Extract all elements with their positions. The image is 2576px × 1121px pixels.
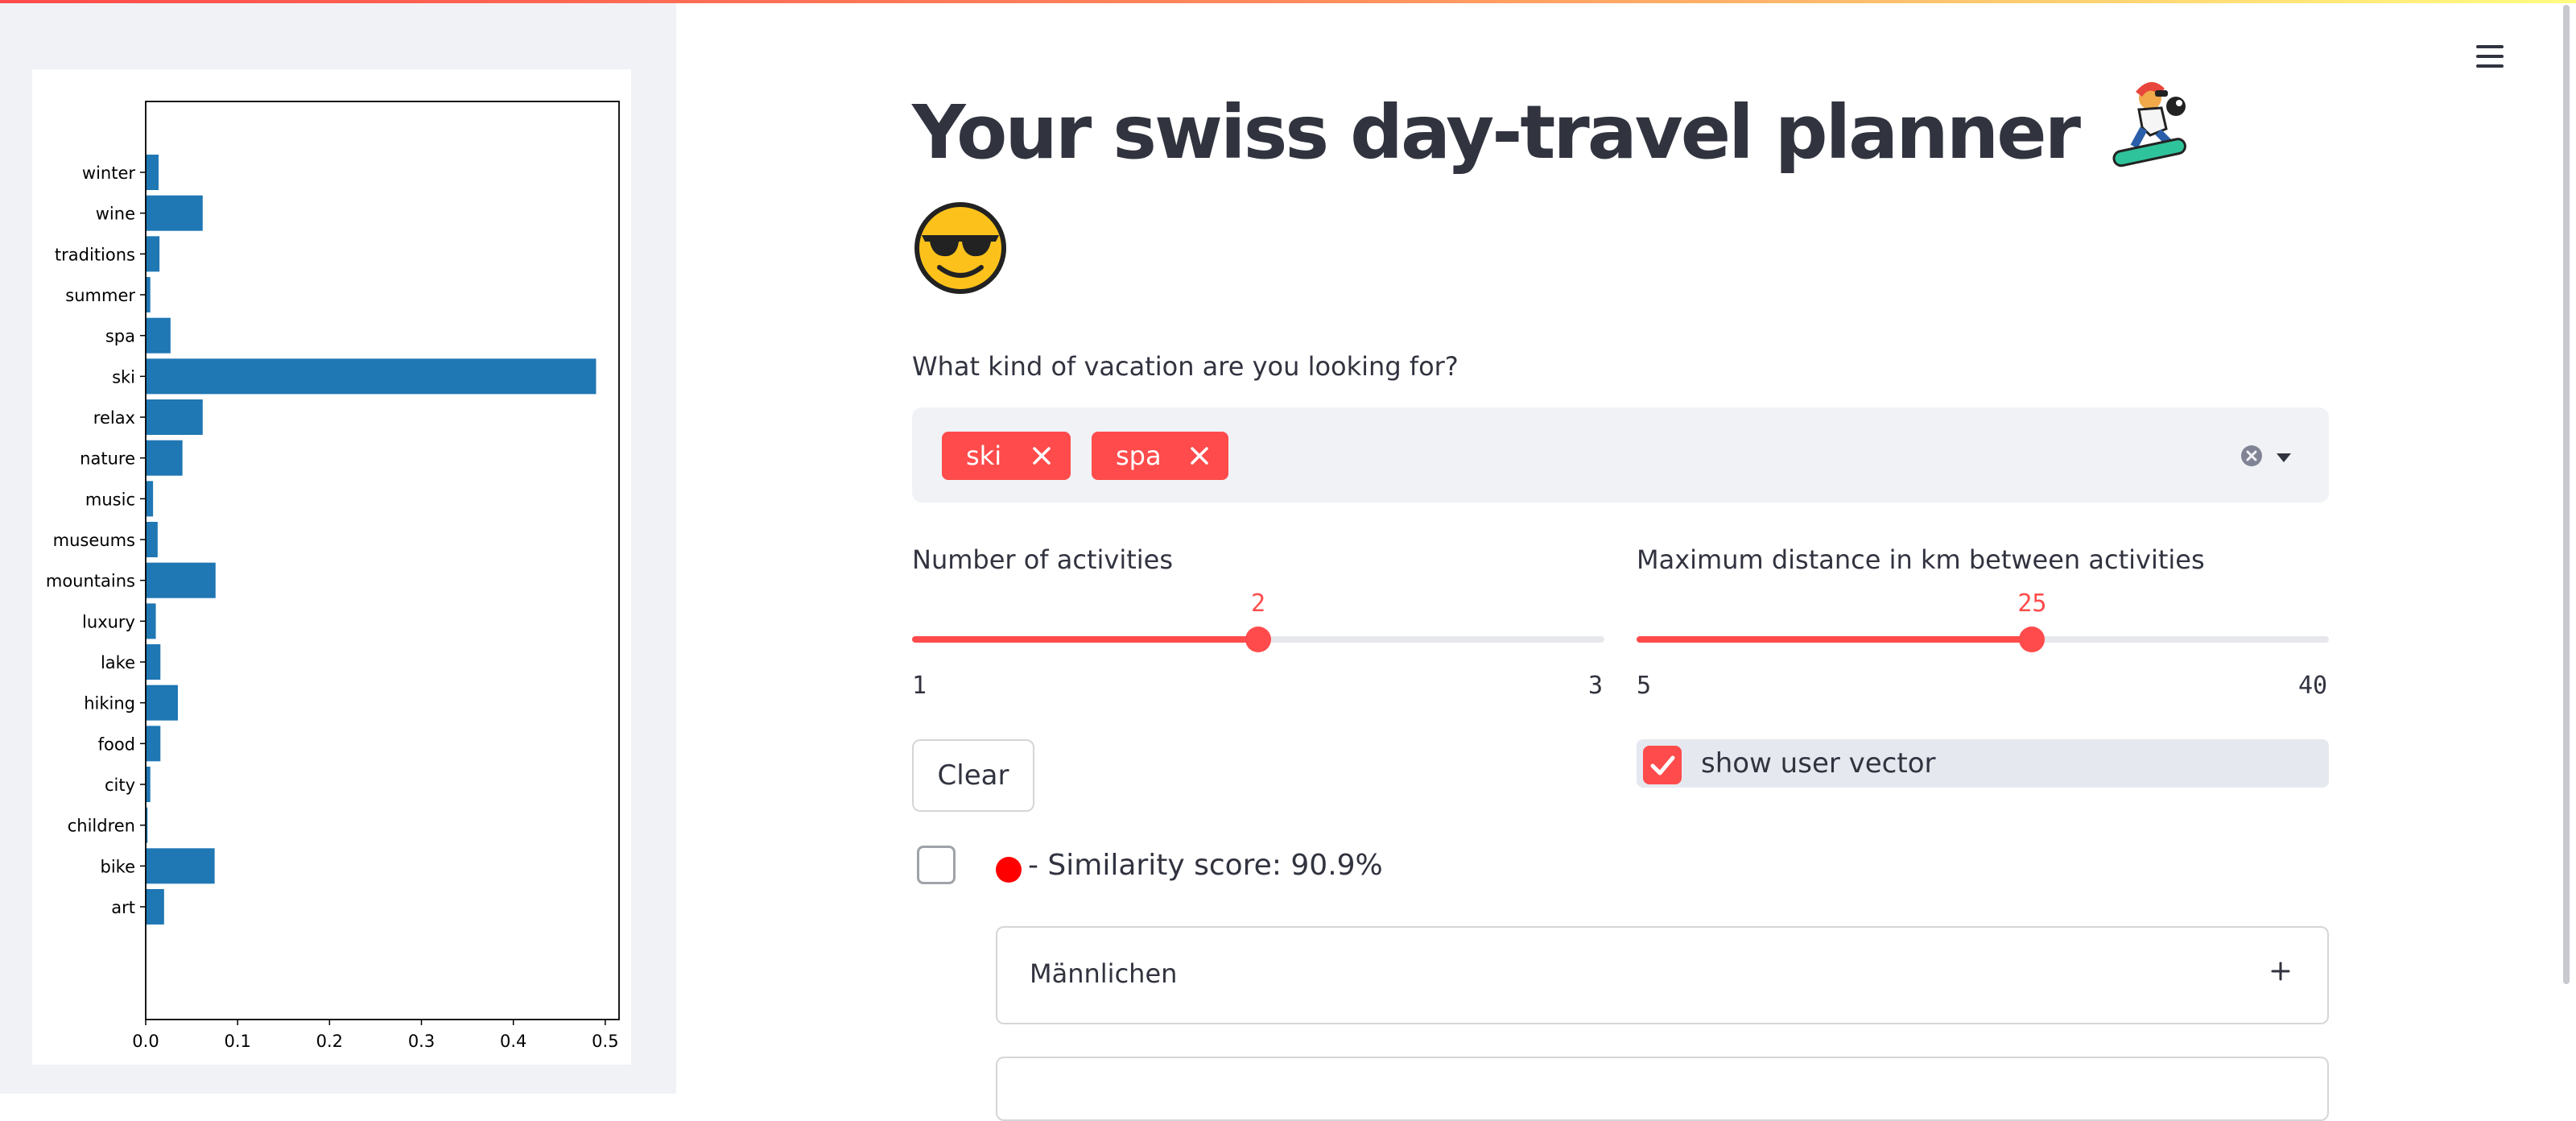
- xtick-label: 0.2: [316, 1032, 343, 1051]
- close-icon[interactable]: [1030, 445, 1053, 467]
- xtick-label: 0.1: [224, 1032, 250, 1051]
- slider-fill: [1637, 636, 2033, 643]
- main-content: Your swiss day-travel planner What kind …: [912, 0, 2329, 1121]
- ytick-label-food: food: [98, 734, 135, 754]
- xtick-label: 0.4: [500, 1032, 526, 1051]
- ytick-label-mountains: mountains: [46, 572, 135, 591]
- slider-max-label: 3: [1588, 672, 1604, 700]
- ytick-label-children: children: [68, 817, 135, 836]
- bar-hiking: [146, 685, 178, 721]
- vacation-type-multiselect[interactable]: ski spa: [912, 407, 2329, 503]
- ytick-label-winter: winter: [82, 163, 135, 183]
- bar-traditions: [146, 236, 160, 272]
- close-icon[interactable]: [1188, 445, 1211, 467]
- xtick-label: 0.5: [592, 1032, 618, 1051]
- bar-chart: winter wine traditions summer spa ski relax nat…: [46, 101, 620, 1051]
- clear-button[interactable]: Clear: [912, 739, 1034, 812]
- similarity-dot: [996, 857, 1022, 883]
- ytick-label-city: city: [105, 776, 135, 795]
- distance-slider[interactable]: 25: [1637, 589, 2329, 652]
- activities-slider-label: Number of activities: [912, 544, 1173, 575]
- slider-thumb[interactable]: [2019, 627, 2046, 652]
- bar-lake: [146, 644, 161, 680]
- vacation-type-label: What kind of vacation are you looking fo…: [912, 351, 1459, 382]
- checkbox-checked[interactable]: [1643, 746, 1682, 784]
- slider-value: 25: [2017, 589, 2047, 618]
- tag-chip-ski[interactable]: ski: [942, 432, 1071, 480]
- ytick-label-traditions: traditions: [55, 245, 135, 264]
- slider-min-label: 5: [1637, 672, 1652, 700]
- bar-luxury: [146, 603, 156, 639]
- clear-circle-icon[interactable]: [2240, 445, 2263, 467]
- bar-art: [146, 889, 164, 925]
- hamburger-menu-icon[interactable]: [2473, 42, 2505, 71]
- bar-ski: [146, 358, 597, 395]
- result-select-checkbox[interactable]: [917, 846, 956, 884]
- sidebar: winter wine traditions summer spa ski relax nat…: [0, 3, 676, 1094]
- tag-label: ski: [966, 441, 1002, 471]
- page-title: Your swiss day-travel planner: [912, 71, 2313, 312]
- distance-slider-label: Maximum distance in km between activitie…: [1637, 544, 2205, 575]
- show-user-vector-checkbox[interactable]: show user vector: [1637, 739, 2329, 788]
- result-expander[interactable]: Männlichen: [996, 926, 2329, 1024]
- bar-museums: [146, 522, 158, 557]
- ytick-label-music: music: [85, 490, 135, 509]
- bar-nature: [146, 440, 183, 476]
- slider-fill: [912, 636, 1258, 643]
- page-title-text: Your swiss day-travel planner: [912, 89, 2081, 176]
- bar-food: [146, 726, 161, 762]
- tag-label: spa: [1116, 441, 1162, 471]
- bar-winter: [146, 155, 159, 190]
- bar-bike: [146, 848, 215, 884]
- slider-min-label: 1: [912, 672, 927, 700]
- ytick-label-bike: bike: [101, 857, 136, 876]
- ytick-label-art: art: [111, 898, 135, 917]
- ytick-label-hiking: hiking: [84, 694, 135, 714]
- ytick-label-ski: ski: [112, 367, 135, 387]
- slider-thumb[interactable]: [1245, 627, 1271, 652]
- snowboarder-icon: [2112, 81, 2186, 168]
- ytick-label-lake: lake: [101, 653, 135, 672]
- check-icon: [1650, 755, 1675, 776]
- slider-max-label: 40: [2298, 672, 2328, 700]
- result-expander[interactable]: [996, 1057, 2329, 1121]
- activities-slider[interactable]: 2: [912, 589, 1604, 652]
- slider-value: 2: [1250, 589, 1266, 618]
- tag-chip-spa[interactable]: spa: [1092, 432, 1228, 480]
- bar-relax: [146, 399, 203, 435]
- tag-weight-chart: winter wine traditions summer spa ski relax nat…: [32, 69, 631, 1065]
- ytick-label-luxury: luxury: [82, 612, 135, 631]
- page-scrollbar[interactable]: [2563, 5, 2570, 984]
- bar-wine: [146, 195, 203, 231]
- plus-icon[interactable]: [2269, 960, 2292, 982]
- checkbox-label: show user vector: [1701, 747, 1936, 780]
- smiling-sunglasses-icon: [914, 202, 1006, 294]
- similarity-score: - Similarity score: 90.9%: [1028, 849, 1383, 882]
- xtick-label: 0.3: [408, 1032, 435, 1051]
- plot-frame: [145, 101, 620, 1020]
- bar-spa: [146, 317, 171, 354]
- ytick-label-museums: museums: [53, 531, 135, 550]
- ytick-label-spa: spa: [105, 327, 135, 346]
- ytick-label-wine: wine: [96, 205, 135, 224]
- chevron-down-icon[interactable]: [2274, 448, 2293, 467]
- ytick-label-relax: relax: [93, 408, 135, 428]
- xtick-label: 0.0: [132, 1032, 159, 1051]
- bar-mountains: [146, 562, 216, 598]
- ytick-label-nature: nature: [80, 449, 135, 469]
- ytick-label-summer: summer: [65, 286, 135, 305]
- bar-music: [146, 481, 154, 517]
- result-name: Männlichen: [1030, 958, 1178, 989]
